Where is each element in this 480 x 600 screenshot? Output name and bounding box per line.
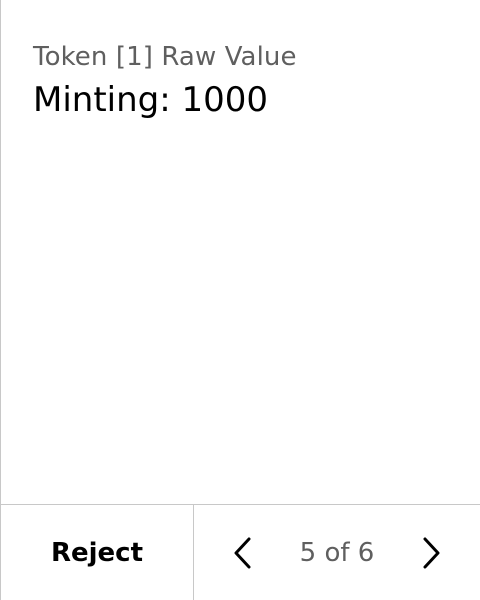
review-screen: Token [1] Raw Value Minting: 1000 Reject… — [0, 0, 480, 600]
chevron-right-icon — [423, 537, 440, 569]
chevron-left-icon — [234, 537, 251, 569]
field-label: Token [1] Raw Value — [33, 42, 297, 72]
field-value: Minting: 1000 — [33, 80, 269, 120]
footer-bar: Reject 5 of 6 — [1, 504, 480, 600]
next-page-button[interactable] — [411, 533, 451, 573]
footer-divider — [193, 505, 194, 600]
previous-page-button[interactable] — [223, 533, 263, 573]
field-block: Token [1] Raw Value Minting: 1000 — [33, 40, 460, 122]
reject-button[interactable]: Reject — [1, 505, 193, 600]
page-indicator: 5 of 6 — [299, 537, 375, 568]
